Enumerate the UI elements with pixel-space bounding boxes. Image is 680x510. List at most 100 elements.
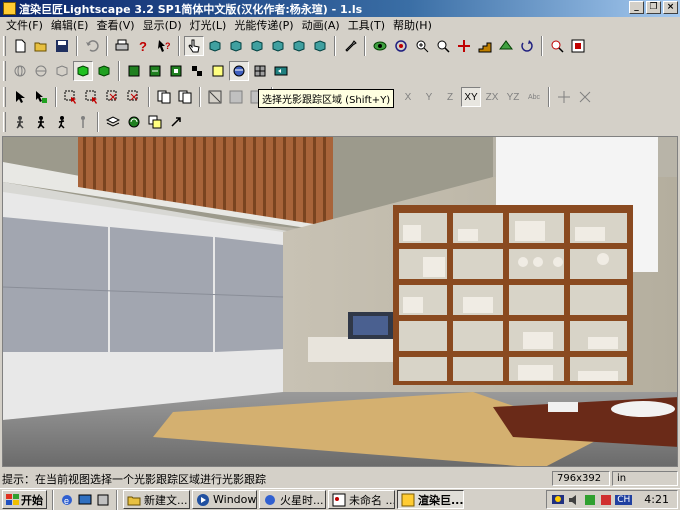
layer-2-button[interactable] (145, 61, 165, 81)
tray-app-icon[interactable] (583, 493, 597, 507)
walk-figure-2-button[interactable] (31, 112, 51, 132)
toolbar-grip[interactable] (3, 36, 6, 56)
view-cube-1-button[interactable] (205, 36, 225, 56)
copy-button[interactable] (154, 87, 174, 107)
task-huoxing[interactable]: 火星时... (259, 490, 326, 509)
select-2-button[interactable] (82, 87, 102, 107)
start-button[interactable]: 开始 (2, 490, 47, 509)
task-windows-media[interactable]: Window... (192, 490, 257, 509)
layer-3-button[interactable] (166, 61, 186, 81)
pick-button[interactable] (31, 87, 51, 107)
help-button[interactable]: ? (133, 36, 153, 56)
menu-animation[interactable]: 动画(A) (298, 17, 344, 33)
toolbar-grip[interactable] (3, 112, 6, 132)
language-indicator[interactable]: CH (615, 494, 633, 505)
raytrace-2-button[interactable] (226, 87, 246, 107)
axis-zx-button[interactable]: ZX (482, 87, 502, 107)
walk-figure-3-button[interactable] (52, 112, 72, 132)
mesh-display-button[interactable] (250, 61, 270, 81)
refresh-button[interactable] (124, 112, 144, 132)
undo-button[interactable] (82, 36, 102, 56)
zoom-window-button[interactable] (547, 36, 567, 56)
select-3-button[interactable] (103, 87, 123, 107)
axis-abc-button[interactable]: Abc (524, 87, 544, 107)
menu-tools[interactable]: 工具(T) (344, 17, 389, 33)
raytrace-area-button[interactable] (205, 87, 225, 107)
close-button[interactable]: × (663, 1, 678, 14)
display-shaded-button[interactable] (94, 61, 114, 81)
display-mode-2-button[interactable] (31, 61, 51, 81)
task-untitled[interactable]: 未命名 ... (328, 490, 395, 509)
task-lightscape[interactable]: 渲染巨... (397, 490, 464, 509)
select-tool-button[interactable] (184, 36, 204, 56)
view-cube-5-button[interactable] (289, 36, 309, 56)
layers-button[interactable] (103, 112, 123, 132)
paste-button[interactable] (175, 87, 195, 107)
menu-display[interactable]: 显示(D) (139, 17, 186, 33)
clock[interactable]: 4:21 (644, 493, 669, 506)
axis-yz-button[interactable]: YZ (503, 87, 523, 107)
duplicate-button[interactable] (145, 112, 165, 132)
tray-app-icon[interactable] (599, 493, 613, 507)
zoom-in-button[interactable] (412, 36, 432, 56)
axis-y-button[interactable]: Y (419, 87, 439, 107)
tools-button[interactable] (340, 36, 360, 56)
network-icon[interactable] (551, 493, 565, 507)
pan-button[interactable] (454, 36, 474, 56)
menu-file[interactable]: 文件(F) (2, 17, 47, 33)
open-file-button[interactable] (31, 36, 51, 56)
axis-xy-button[interactable]: XY (461, 87, 481, 107)
pointer-button[interactable] (10, 87, 30, 107)
transform-button[interactable] (166, 112, 186, 132)
menu-help[interactable]: 帮助(H) (389, 17, 436, 33)
layer-1-button[interactable] (124, 61, 144, 81)
view-cube-6-button[interactable] (310, 36, 330, 56)
select-4-button[interactable] (124, 87, 144, 107)
media-quicklaunch-icon[interactable] (95, 492, 111, 508)
print-button[interactable] (112, 36, 132, 56)
fly-button[interactable] (496, 36, 516, 56)
walk-figure-4-button[interactable] (73, 112, 93, 132)
save-button[interactable] (52, 36, 72, 56)
zoom-extents-button[interactable] (568, 36, 588, 56)
display-mode-1-button[interactable] (10, 61, 30, 81)
view-cube-2-button[interactable] (226, 36, 246, 56)
title-bar[interactable]: 渲染巨匠Lightscape 3.2 SP1简体中文版(汉化作者:杨永瑄) - … (0, 0, 680, 17)
app-icon[interactable] (3, 2, 16, 15)
ie-icon (265, 494, 275, 505)
toolbar-grip[interactable] (3, 87, 6, 107)
view-cube-4-button[interactable] (268, 36, 288, 56)
menu-light[interactable]: 灯光(L) (186, 17, 231, 33)
toolbar-grip[interactable] (3, 61, 6, 81)
snap-1-button[interactable] (554, 87, 574, 107)
light-display-button[interactable] (208, 61, 228, 81)
desktop-quicklaunch-icon[interactable] (77, 492, 93, 508)
minimize-button[interactable]: _ (629, 1, 644, 14)
task-new-folder[interactable]: 新建文... (123, 490, 190, 509)
sphere-display-button[interactable] (229, 61, 249, 81)
walk-figure-1-button[interactable] (10, 112, 30, 132)
new-file-button[interactable] (10, 36, 30, 56)
view-eye-button[interactable] (370, 36, 390, 56)
texture-button[interactable] (187, 61, 207, 81)
menu-view[interactable]: 查看(V) (92, 17, 138, 33)
display-solid-button[interactable] (73, 61, 93, 81)
render-viewport[interactable] (2, 136, 678, 467)
render-button[interactable] (271, 61, 291, 81)
rotate-view-button[interactable] (517, 36, 537, 56)
select-1-button[interactable] (61, 87, 81, 107)
orbit-button[interactable] (391, 36, 411, 56)
walk-button[interactable] (475, 36, 495, 56)
volume-icon[interactable] (567, 493, 581, 507)
context-help-button[interactable]: ? (154, 36, 174, 56)
view-cube-3-button[interactable] (247, 36, 267, 56)
menu-radiosity[interactable]: 光能传递(P) (230, 17, 297, 33)
snap-2-button[interactable] (575, 87, 595, 107)
ie-quicklaunch-icon[interactable]: e (59, 492, 75, 508)
menu-edit[interactable]: 编辑(E) (47, 17, 93, 33)
restore-button[interactable]: ❐ (646, 1, 661, 14)
zoom-button[interactable] (433, 36, 453, 56)
axis-z-button[interactable]: Z (440, 87, 460, 107)
display-mode-3-button[interactable] (52, 61, 72, 81)
axis-x-button[interactable]: X (398, 87, 418, 107)
